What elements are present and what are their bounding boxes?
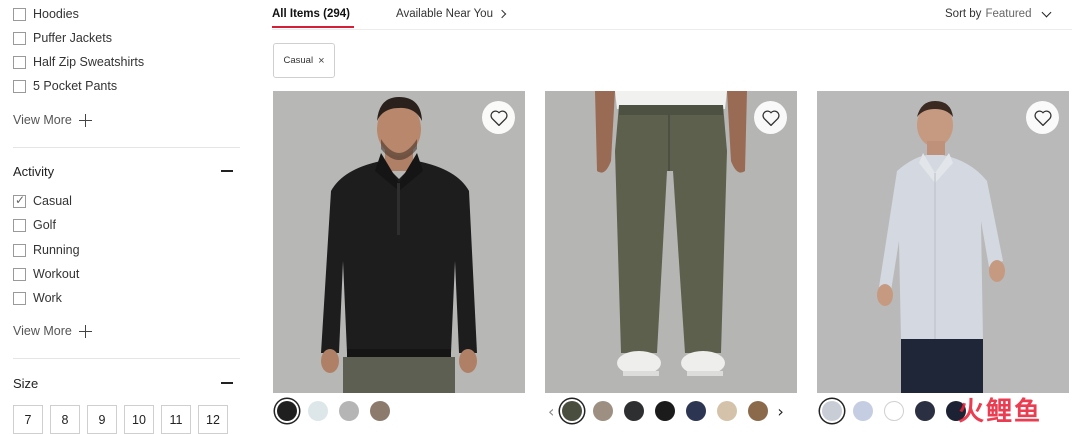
size-option[interactable]: 11 [161, 405, 191, 434]
heart-icon [489, 109, 508, 126]
size-section-toggle[interactable]: Size [13, 373, 233, 393]
sort-label: Sort by [945, 8, 982, 20]
size-option[interactable]: 9 [87, 405, 117, 434]
active-filter-chip: Casual × [273, 43, 335, 78]
color-swatch[interactable] [748, 401, 769, 421]
checkbox[interactable] [13, 218, 26, 232]
wishlist-button[interactable] [1026, 101, 1059, 134]
filter-workout[interactable]: Workout [13, 265, 79, 283]
heart-icon [1033, 109, 1052, 126]
filter-label: Half Zip Sweatshirts [33, 55, 145, 69]
checkbox[interactable] [13, 79, 26, 93]
filter-label: Workout [33, 267, 80, 281]
color-swatches [277, 398, 401, 424]
filter-running[interactable]: Running [13, 241, 80, 259]
plus-icon [78, 324, 92, 338]
product-card[interactable] [545, 91, 797, 393]
filter-label: Casual [33, 194, 72, 208]
checkbox[interactable] [13, 267, 26, 281]
sort-dropdown[interactable]: Sort by Featured [945, 0, 1052, 28]
color-swatch[interactable] [717, 401, 738, 421]
activity-section-title: Activity [13, 163, 55, 179]
minus-icon [221, 382, 233, 384]
heart-icon [761, 109, 780, 126]
minus-icon [221, 170, 233, 172]
filter-label: Running [33, 243, 80, 257]
chevron-left-icon[interactable]: ‹ [548, 402, 554, 421]
color-swatch[interactable] [277, 401, 297, 421]
filter-sidebar: Hoodies Puffer Jackets Half Zip Sweatshi… [0, 0, 252, 434]
checkbox[interactable] [13, 31, 26, 45]
color-swatch[interactable] [655, 401, 676, 421]
size-option[interactable]: 10 [124, 405, 154, 434]
filter-5-pocket-pants[interactable]: 5 Pocket Pants [13, 77, 117, 95]
filter-golf[interactable]: Golf [13, 216, 56, 234]
wishlist-button[interactable] [754, 101, 787, 134]
active-filter-label: Casual [283, 55, 314, 66]
color-swatch[interactable] [370, 401, 390, 421]
active-tab-indicator [272, 26, 354, 28]
color-swatch[interactable] [624, 401, 645, 421]
filter-casual[interactable]: Casual [13, 192, 72, 210]
size-section-title: Size [13, 375, 39, 391]
filter-label: Golf [33, 218, 56, 232]
color-swatch[interactable] [308, 401, 328, 421]
filter-work[interactable]: Work [13, 289, 62, 307]
color-swatches [562, 401, 779, 421]
watermark-logo: 火鲤鱼 [958, 397, 1043, 427]
tab-near-label: Available Near You [396, 8, 493, 20]
product-image[interactable] [545, 91, 797, 393]
wishlist-button[interactable] [482, 101, 515, 134]
color-swatch[interactable] [853, 401, 873, 421]
color-swatches [822, 398, 977, 424]
activity-section-toggle[interactable]: Activity [13, 161, 233, 181]
size-option[interactable]: 12 [198, 405, 228, 434]
activity-view-more-button[interactable]: View More [13, 322, 92, 340]
color-swatch[interactable] [593, 401, 614, 421]
size-option[interactable]: 7 [13, 405, 43, 434]
product-card[interactable] [817, 91, 1069, 393]
filter-puffer-jackets[interactable]: Puffer Jackets [13, 29, 112, 47]
sort-value: Featured [985, 8, 1032, 20]
checkbox[interactable] [13, 243, 26, 257]
color-swatch[interactable] [884, 401, 904, 421]
color-swatch[interactable] [915, 401, 935, 421]
remove-filter-button[interactable]: × [318, 55, 324, 67]
checkbox[interactable] [13, 55, 26, 69]
tab-available-near-you[interactable]: Available Near You [396, 0, 507, 28]
filter-hoodies[interactable]: Hoodies [13, 5, 79, 23]
product-image[interactable] [817, 91, 1069, 393]
product-image[interactable] [273, 91, 525, 393]
plus-icon [78, 113, 92, 127]
chevron-right-icon[interactable]: › [777, 402, 783, 421]
checkbox[interactable] [13, 7, 26, 21]
chevron-down-icon [1042, 7, 1052, 17]
divider [272, 29, 1072, 30]
divider [13, 147, 240, 148]
color-swatches-carousel: ‹ › [548, 398, 792, 424]
color-swatch[interactable] [686, 401, 707, 421]
view-more-label: View More [13, 113, 72, 127]
chevron-right-icon [497, 9, 507, 19]
color-swatch[interactable] [822, 401, 842, 421]
product-card[interactable] [273, 91, 525, 393]
filter-half-zip-sweatshirts[interactable]: Half Zip Sweatshirts [13, 53, 144, 71]
category-view-more-button[interactable]: View More [13, 111, 92, 129]
checkbox-checked[interactable] [13, 193, 26, 208]
tab-all-items[interactable]: All Items (294) [272, 0, 354, 28]
filter-label: 5 Pocket Pants [33, 79, 118, 93]
tab-all-items-label: All Items (294) [272, 8, 350, 20]
checkbox[interactable] [13, 291, 26, 305]
size-options: 7 8 9 10 11 12 [13, 405, 235, 434]
view-more-label: View More [13, 324, 72, 338]
size-option[interactable]: 8 [50, 405, 80, 434]
filter-label: Work [33, 291, 62, 305]
filter-label: Hoodies [33, 7, 79, 21]
divider [13, 358, 240, 359]
color-swatch[interactable] [562, 401, 583, 421]
filter-label: Puffer Jackets [33, 31, 112, 45]
color-swatch[interactable] [339, 401, 359, 421]
